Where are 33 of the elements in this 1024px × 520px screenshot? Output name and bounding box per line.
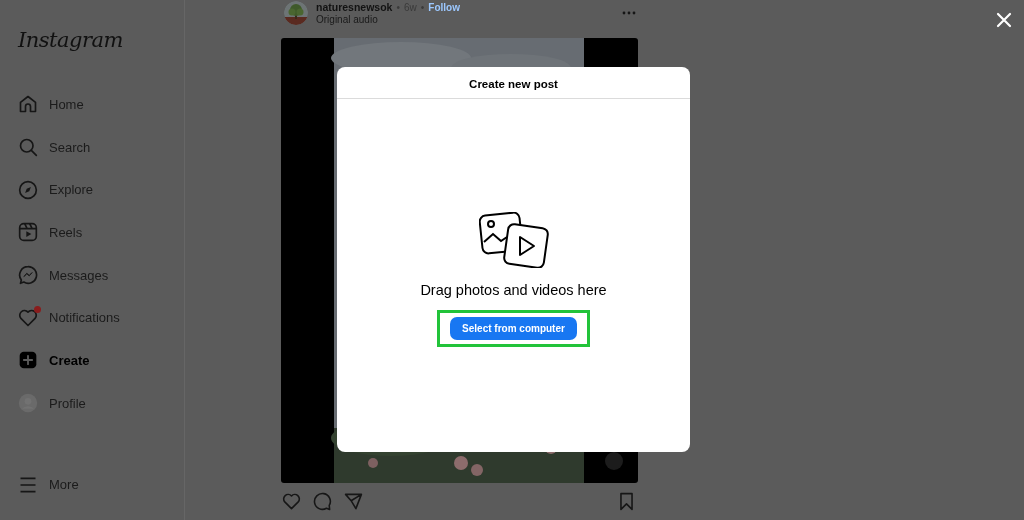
more-options-icon[interactable] [622, 11, 636, 15]
audio-label[interactable]: Original audio [316, 13, 460, 26]
bookmark-icon[interactable] [617, 492, 636, 511]
nav-item[interactable]: Create [18, 339, 90, 382]
username[interactable]: naturesnewsok [316, 0, 393, 13]
follow-link[interactable]: Follow [428, 1, 460, 14]
separator-dot: • [396, 1, 400, 14]
avatar-icon [18, 393, 38, 414]
nav-item[interactable]: Messages [18, 253, 109, 297]
more-menu[interactable]: More [18, 463, 79, 506]
compass-icon [18, 179, 38, 200]
search-icon [18, 137, 38, 158]
photo-video-icon [478, 212, 549, 268]
reels-icon [18, 222, 38, 243]
separator-dot: • [420, 1, 425, 14]
nav-item[interactable]: Explore [18, 168, 94, 212]
nav-item[interactable]: Home [18, 83, 84, 126]
instagram-logo[interactable]: Instagram [18, 28, 123, 52]
plus-icon [18, 350, 38, 371]
select-from-computer-button[interactable]: Select from computer [450, 317, 577, 340]
comment-icon[interactable] [313, 492, 332, 511]
close-icon[interactable] [996, 12, 1012, 28]
nav-item[interactable]: Reels [18, 211, 83, 254]
heart-icon [18, 307, 38, 328]
nav-item[interactable]: Profile [18, 381, 86, 425]
nav-item[interactable]: Notifications [18, 296, 120, 340]
messenger-icon [18, 265, 38, 286]
heart-icon[interactable] [282, 492, 301, 511]
send-icon[interactable] [344, 492, 363, 511]
drop-prompt: Drag photos and videos here [420, 282, 607, 298]
dialog-title: Create new post [337, 67, 690, 99]
nav-item[interactable]: Search [18, 125, 91, 169]
home-icon [18, 94, 38, 115]
